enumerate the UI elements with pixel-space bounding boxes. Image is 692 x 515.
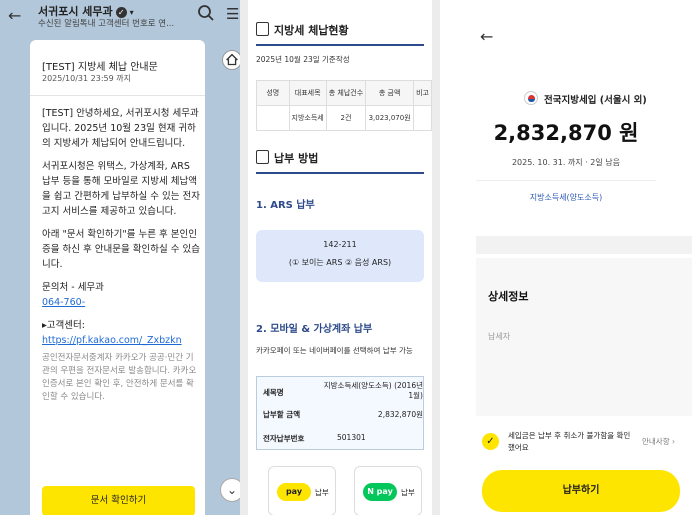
table-cell: 3,023,070원 (365, 105, 415, 131)
divider (476, 180, 656, 181)
message-date: 2025/10/31 23:59 까지 (42, 74, 131, 83)
basis-date: 2025년 10월 23일 기준작성 (256, 55, 350, 64)
menu-icon[interactable]: ☰ (226, 5, 239, 23)
view-document-button[interactable]: 문서 확인하기 (42, 486, 195, 515)
agree-text: 세입금은 납부 후 취소가 불가함을 확인했어요 (508, 431, 631, 452)
message-bubble: [TEST] 지방세 체납 안내문 2025/10/31 23:59 까지 [T… (30, 40, 205, 515)
search-icon[interactable] (197, 4, 215, 22)
home-icon[interactable] (222, 50, 240, 70)
customer-center-link[interactable]: https://pf.kakao.com/_Zxbzkn (42, 333, 200, 348)
table-cell (413, 105, 432, 131)
table-header-row: 성명 대표세목 총 체납건수 총 금액 비고 (256, 80, 432, 106)
table-row: 지방소득세 2건 3,023,070원 (256, 105, 432, 131)
message-paragraph: 아래 "문서 확인하기"를 누른 후 본인인증을 하신 후 안내문을 확인하실 … (42, 229, 200, 270)
status-panel: 지방세 체납현황 2025년 10월 23일 기준작성 성명 대표세목 총 체납… (240, 0, 440, 515)
table-header: 비고 (413, 80, 432, 106)
ars-title: 1. ARS 납부 (256, 200, 315, 211)
info-key: 전자납부번호 (263, 434, 305, 443)
table-cell: 2건 (325, 105, 367, 131)
naverpay-button[interactable]: N pay 납부 (354, 466, 422, 515)
notice-text: 공인전자문서중계자 카카오가 공공·민간 기관의 우편을 전자문서로 발송합니다… (42, 353, 197, 402)
due-date: 2025. 10. 31. 까지 · 2일 남음 (511, 158, 621, 167)
section-gap (476, 236, 692, 254)
divider (30, 95, 205, 96)
payment-info-box: 세목명 지방소득세(양도소득) (2016년 1월) 납부할 금액 2,832,… (256, 376, 424, 450)
status-table: 성명 대표세목 총 체납건수 총 금액 비고 지방소득세 2건 3,023,07… (256, 80, 432, 131)
message-paragraph: [TEST] 안녕하세요, 서귀포시청 세무과입니다. 2025년 10월 23… (42, 108, 199, 149)
chat-subtitle: 수신된 알림톡내 고객센터 번호로 연... (38, 19, 175, 29)
back-arrow-icon[interactable]: ← (480, 27, 493, 46)
ars-box[interactable]: 142-211 (① 보이는 ARS ② 음성 ARS) (256, 230, 424, 282)
status-title-text: 지방세 체납현황 (274, 24, 349, 37)
chevron-down-icon: ▾ (129, 8, 134, 17)
method-title-text: 납부 방법 (274, 152, 319, 165)
table-header: 총 금액 (365, 80, 415, 106)
kakao-chat-panel: ← 서귀포시 세무과 ✓ ▾ 수신된 알림톡내 고객센터 번호로 연... ☰ [T… (0, 0, 240, 515)
info-key: 납부할 금액 (263, 410, 301, 419)
kakaopay-button[interactable]: pay 납부 (268, 466, 336, 515)
info-value: 지방소득세(양도소득) (2016년 1월) (323, 381, 423, 400)
info-key: 세목명 (263, 388, 284, 397)
status-card: 지방세 체납현황 2025년 10월 23일 기준작성 성명 대표세목 총 체납… (248, 0, 432, 515)
payment-confirm-panel: ← 전국지방세입 (서울시 외) 2,832,870 원 2025. 10. 3… (440, 0, 692, 515)
contact-phone-link[interactable]: 064-760- (42, 295, 200, 310)
ars-number: 142-211 (323, 240, 357, 249)
scroll-down-icon[interactable]: ⌄ (220, 478, 240, 502)
message-body: [TEST] 안녕하세요, 서귀포시청 세무과입니다. 2025년 10월 23… (42, 106, 200, 404)
mobile-desc: 카카오페이 또는 네이버페이를 선택하여 납부 가능 (256, 346, 413, 355)
status-title: 지방세 체납현황 (256, 22, 349, 38)
center-label: ▸고객센터: (42, 320, 85, 331)
pay-now-button[interactable]: 납부하기 (482, 470, 680, 512)
document-icon (256, 22, 269, 36)
chat-header: ← 서귀포시 세무과 ✓ ▾ 수신된 알림톡내 고객센터 번호로 연... ☰ (0, 0, 240, 36)
message-title: [TEST] 지방세 체납 안내문 (42, 62, 158, 73)
detail-section: 상세정보 납세자 (476, 258, 692, 416)
detail-title: 상세정보 (488, 290, 529, 303)
table-header: 총 체납건수 (325, 80, 367, 106)
confirm-title: 전국지방세입 (서울시 외) (544, 95, 647, 106)
mobile-title: 2. 모바일 & 가상계좌 납부 (256, 324, 373, 335)
pay-label: 납부 (401, 488, 415, 497)
method-title: 납부 방법 (256, 150, 318, 166)
table-header: 성명 (256, 80, 290, 106)
tax-item-link[interactable]: 지방소득세(양도소득) (440, 192, 692, 203)
naverpay-badge: N pay (363, 483, 397, 501)
korea-flag-icon (524, 91, 538, 105)
document-icon (256, 150, 269, 164)
table-header: 대표세목 (288, 80, 327, 106)
info-value: 501301 (337, 433, 366, 442)
kakaopay-badge: pay (277, 483, 311, 501)
guide-link[interactable]: 안내사항 › (642, 436, 675, 447)
method-rule (256, 172, 424, 174)
payer-label: 납세자 (488, 332, 511, 341)
table-cell (256, 105, 290, 131)
title-rule (256, 44, 424, 46)
back-arrow-icon[interactable]: ← (8, 6, 21, 25)
contact-label: 문의처 - 세무과 (42, 282, 104, 293)
agree-checkbox[interactable]: ✓ (482, 433, 499, 450)
pay-label: 납부 (315, 488, 329, 497)
info-value: 2,832,870원 (377, 410, 423, 419)
amount: 2,832,870 원 (493, 121, 639, 145)
ars-options: (① 보이는 ARS ② 음성 ARS) (288, 258, 392, 267)
table-cell: 지방소득세 (288, 105, 327, 131)
message-paragraph: 서귀포시청은 위택스, 가상계좌, ARS 납부 등을 통해 모바일로 지방세 … (42, 161, 200, 217)
